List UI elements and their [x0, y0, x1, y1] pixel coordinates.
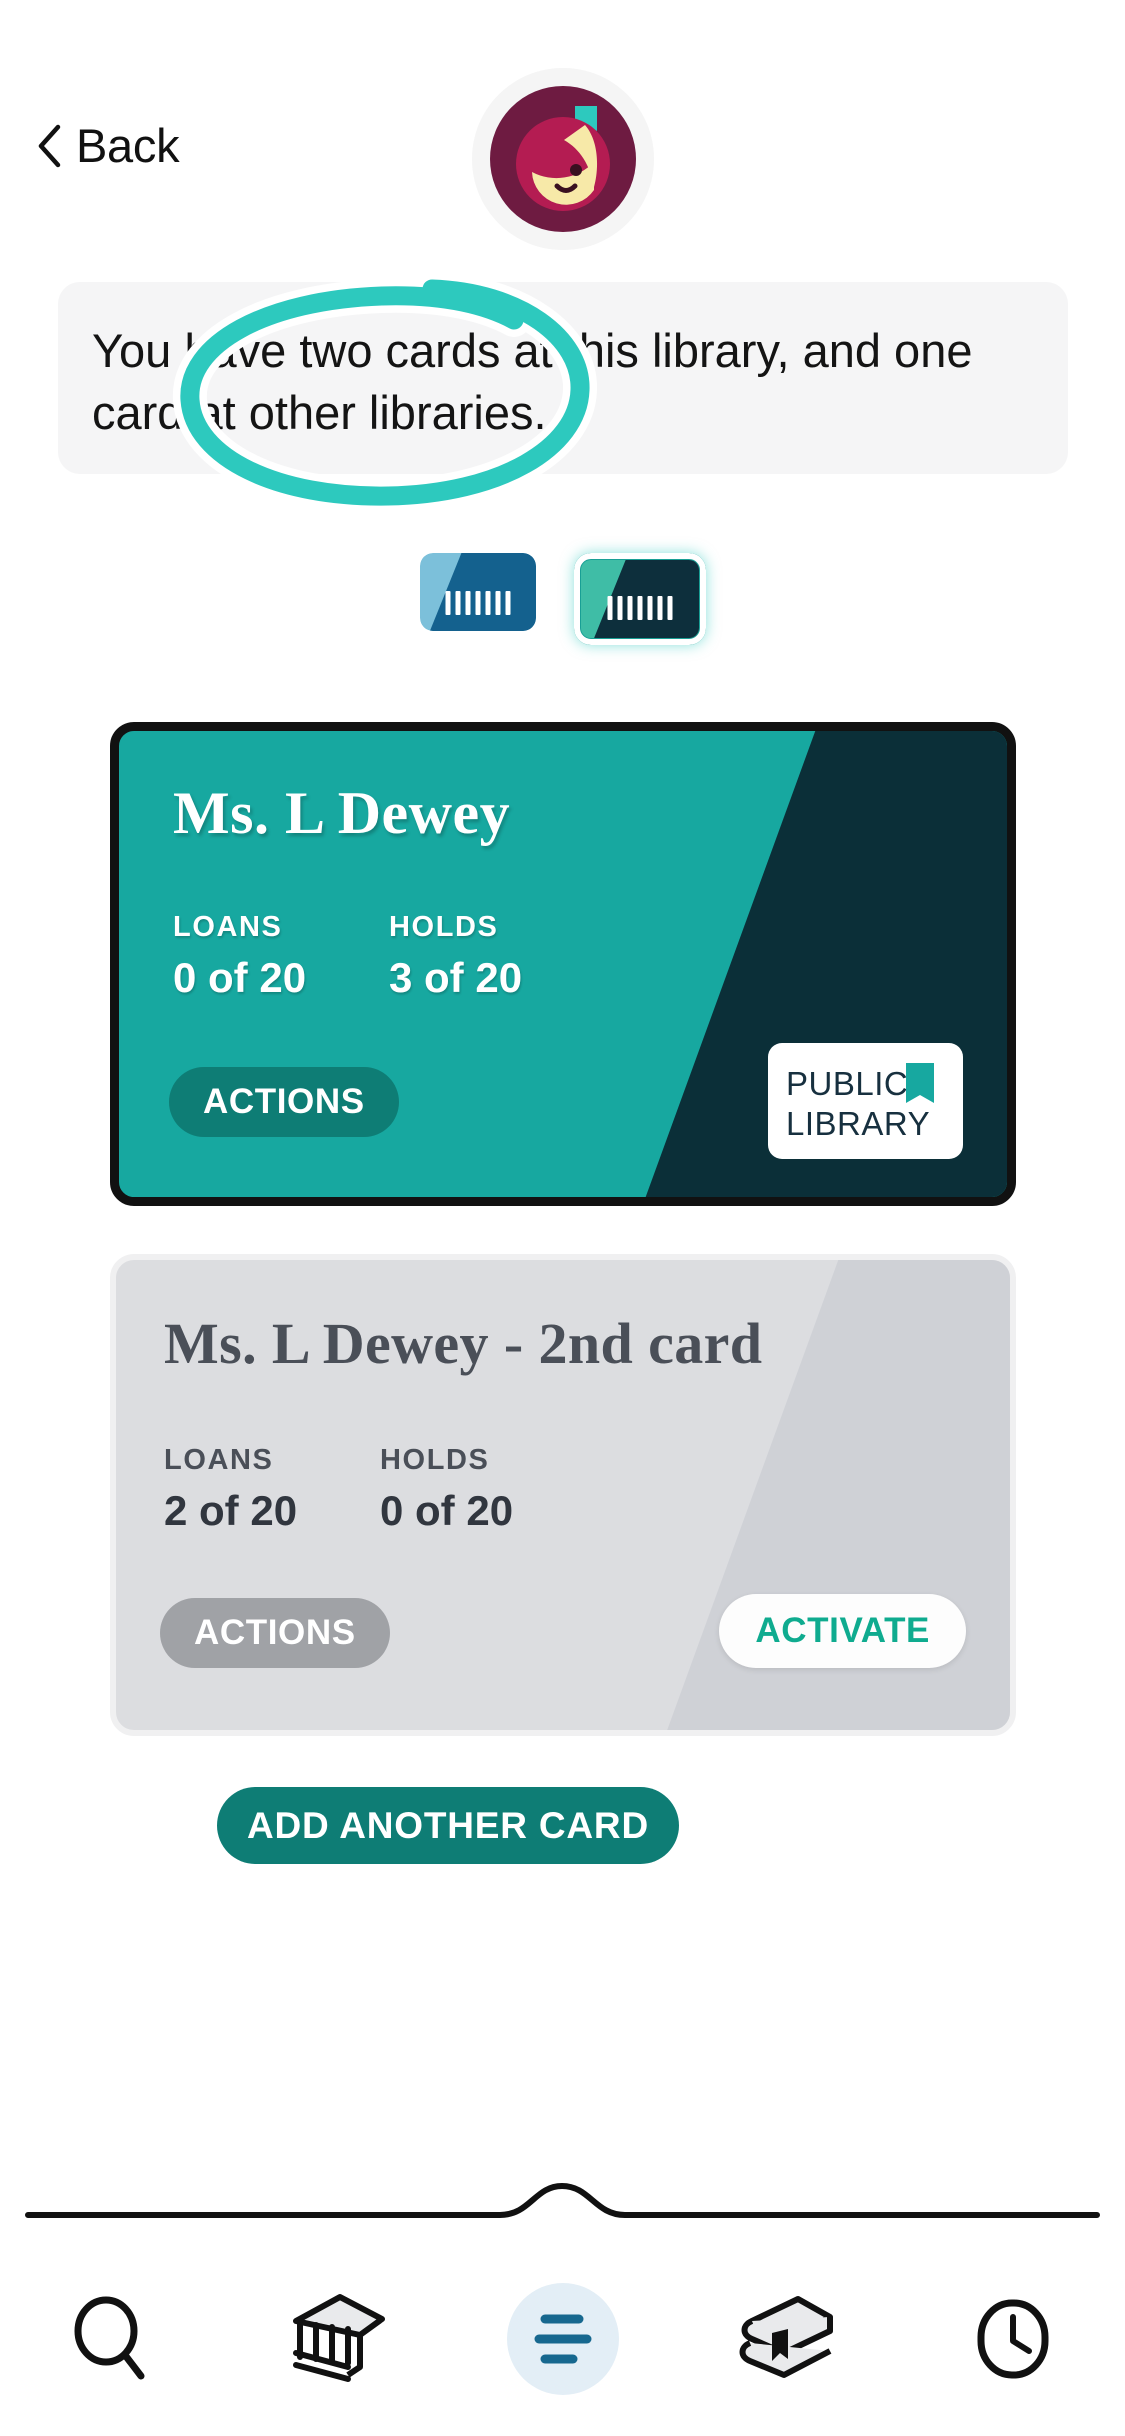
info-banner-text: You have two cards at this library, and …	[92, 324, 973, 440]
svg-text:LIBRARY: LIBRARY	[786, 1105, 930, 1142]
actions-button-active[interactable]: ACTIONS	[169, 1067, 399, 1137]
loans-stat: LOANS 0 of 20	[173, 911, 306, 1002]
back-button[interactable]: Back	[36, 118, 180, 173]
public-library-logo-icon: PUBLIC LIBRARY	[786, 1063, 934, 1142]
loans-label: LOANS	[164, 1444, 274, 1476]
app-screen: Back You have two cards at this library,…	[0, 0, 1125, 2436]
nav-divider	[0, 2172, 1125, 2242]
library-card-chip-2[interactable]	[573, 553, 706, 645]
add-another-card-button[interactable]: ADD ANOTHER CARD	[217, 1787, 679, 1864]
header: Back	[0, 0, 1125, 250]
library-card-inactive[interactable]: Ms. L Dewey - 2nd card LOANS 2 of 20 HOL…	[110, 1254, 1016, 1736]
holds-stat: HOLDS 0 of 20	[380, 1444, 513, 1535]
info-banner: You have two cards at this library, and …	[58, 282, 1068, 475]
books-icon	[739, 2295, 833, 2378]
holds-stat: HOLDS 3 of 20	[389, 911, 522, 1002]
holds-value: 3 of 20	[389, 954, 523, 1001]
clock-icon	[977, 2299, 1048, 2378]
building-icon	[292, 2293, 385, 2382]
nav-shelf[interactable]	[713, 2264, 863, 2414]
card-holder-name: Ms. L Dewey - 2nd card	[164, 1311, 763, 1376]
back-label: Back	[76, 119, 180, 172]
search-icon	[74, 2296, 144, 2379]
library-card-active[interactable]: Ms. L Dewey LOANS 0 of 20 HOLDS 3 of 20 …	[110, 722, 1016, 1206]
holds-value: 0 of 20	[380, 1487, 514, 1534]
nav-search[interactable]	[38, 2264, 188, 2414]
library-logo: PUBLIC LIBRARY	[768, 1043, 963, 1159]
card-selector	[0, 553, 1125, 645]
library-card-chip-1[interactable]	[419, 553, 536, 631]
card-holder-name: Ms. L Dewey	[173, 780, 511, 846]
menu-icon	[534, 2314, 591, 2363]
holds-label: HOLDS	[389, 911, 499, 943]
card-icon	[580, 560, 699, 638]
bottom-navigation	[0, 2241, 1125, 2436]
card-body: Ms. L Dewey LOANS 0 of 20 HOLDS 3 of 20 …	[119, 731, 1007, 1197]
loans-value: 2 of 20	[164, 1487, 298, 1534]
holds-label: HOLDS	[380, 1444, 490, 1476]
loans-label: LOANS	[173, 911, 283, 943]
actions-button-inactive[interactable]: ACTIONS	[160, 1598, 390, 1668]
user-avatar-icon	[472, 68, 654, 250]
nav-history[interactable]	[938, 2264, 1088, 2414]
card-icon	[419, 553, 536, 631]
nav-menu[interactable]	[488, 2264, 638, 2414]
chevron-left-icon	[38, 124, 61, 167]
nav-library[interactable]	[263, 2264, 413, 2414]
nav-divider-line-icon	[0, 2172, 1125, 2242]
loans-stat: LOANS 2 of 20	[164, 1444, 297, 1535]
svg-text:PUBLIC: PUBLIC	[786, 1065, 908, 1102]
avatar[interactable]	[472, 68, 654, 250]
loans-value: 0 of 20	[173, 954, 307, 1001]
activate-button[interactable]: ACTIVATE	[719, 1594, 966, 1668]
